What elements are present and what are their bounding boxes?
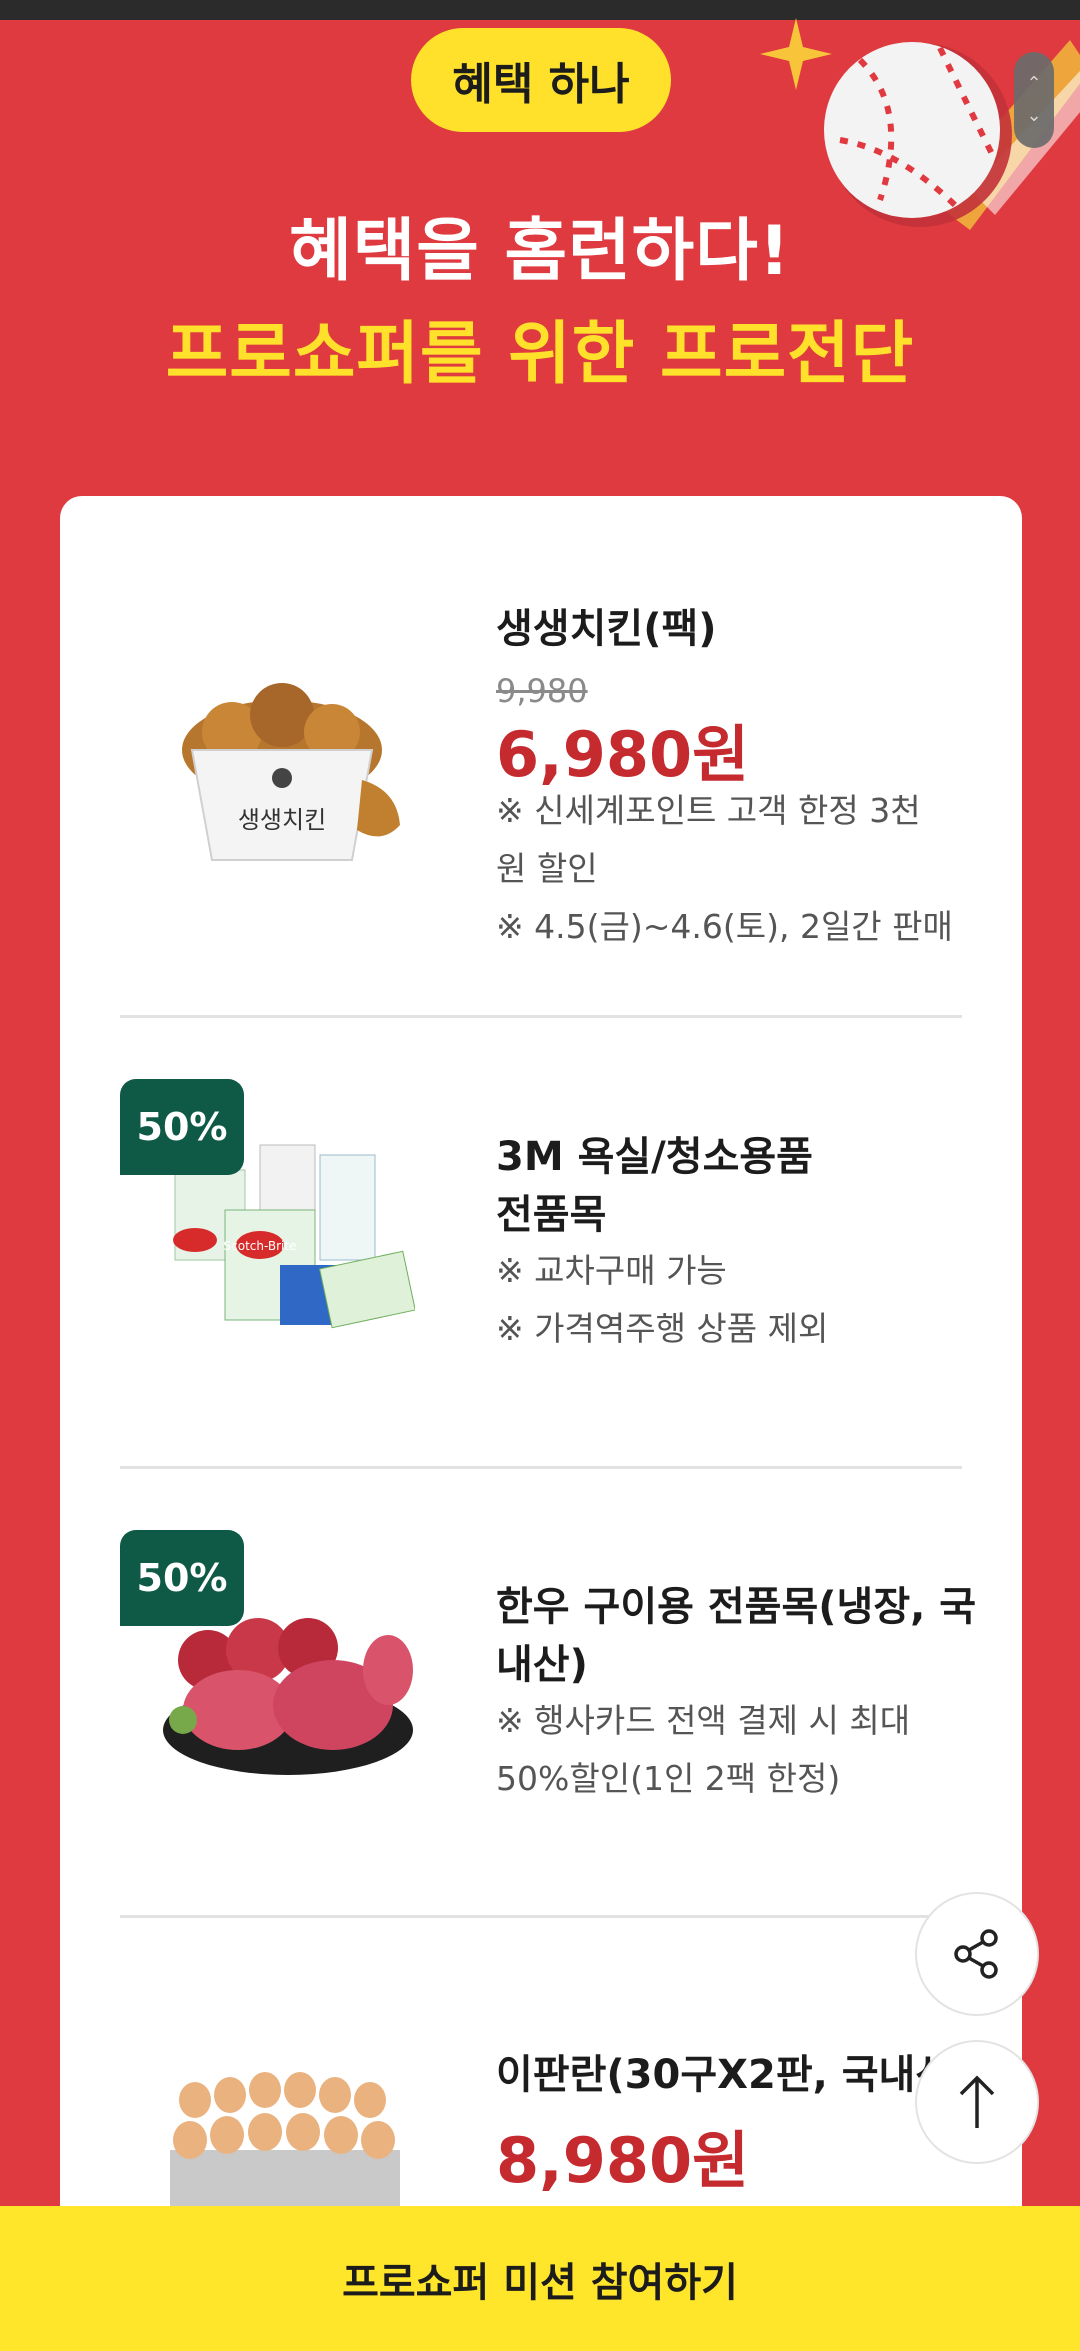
product-name[interactable]: 이판란(30구X2판, 국내산) xyxy=(496,2046,970,2104)
product-note: 50%할인(1인 2팩 한정) xyxy=(496,1759,841,1798)
egg-tray-image xyxy=(170,2072,400,2210)
product-name[interactable]: 전품목 xyxy=(496,1186,606,1244)
chicken-bucket-image: 생생치킨 xyxy=(182,683,400,861)
discount-badge: 50% xyxy=(120,1530,244,1626)
page: ⌃ ⌄ 혜택 하나 혜택을 홈런하다! 프로쇼퍼를 위한 프로전단 생생치킨 생… xyxy=(0,0,1080,2351)
product-note: ※ 4.5(금)~4.6(토), 2일간 판매 xyxy=(496,907,953,946)
product-note: ※ 가격역주행 상품 제외 xyxy=(496,1309,829,1348)
sale-price: 8,980원 xyxy=(496,2124,750,2197)
product-name[interactable]: 3M 욕실/청소용품 xyxy=(496,1128,813,1186)
product-name[interactable]: 내산) xyxy=(496,1636,588,1694)
brand-label: Scotch-Brite xyxy=(224,1239,297,1253)
product-note: ※ 행사카드 전액 결제 시 최대 xyxy=(496,1701,911,1740)
share-button[interactable] xyxy=(915,1892,1039,2016)
share-icon xyxy=(954,1929,998,1979)
scroll-top-button[interactable] xyxy=(915,2040,1039,2164)
sale-price: 6,980원 xyxy=(496,718,750,791)
divider xyxy=(120,1466,962,1469)
product-note: 원 할인 xyxy=(496,849,598,888)
divider xyxy=(120,1915,962,1918)
product-note: ※ 신세계포인트 고객 한정 3천 xyxy=(496,791,921,830)
chevron-up-icon: ⌃ xyxy=(1026,73,1042,94)
product-note: ※ 교차구매 가능 xyxy=(496,1251,727,1290)
hero-subtitle: 프로쇼퍼를 위한 프로전단 xyxy=(165,315,915,394)
hero-title: 혜택을 홈런하다! xyxy=(289,212,791,291)
arrow-up-icon xyxy=(959,2075,995,2128)
chicken-label: 생생치킨 xyxy=(238,806,326,834)
discount-badge: 50% xyxy=(120,1079,244,1175)
beef-image xyxy=(163,1618,413,1775)
divider xyxy=(120,1015,962,1018)
mission-cta-button[interactable]: 프로쇼퍼 미션 참여하기 xyxy=(0,2206,1080,2351)
scroll-handle[interactable]: ⌃ ⌄ xyxy=(1014,52,1054,148)
chevron-down-icon: ⌄ xyxy=(1026,105,1042,126)
benefit-pill: 혜택 하나 xyxy=(411,28,671,132)
product-name[interactable]: 생생치킨(팩) xyxy=(496,600,717,658)
product-name[interactable]: 한우 구이용 전품목(냉장, 국 xyxy=(496,1578,976,1636)
